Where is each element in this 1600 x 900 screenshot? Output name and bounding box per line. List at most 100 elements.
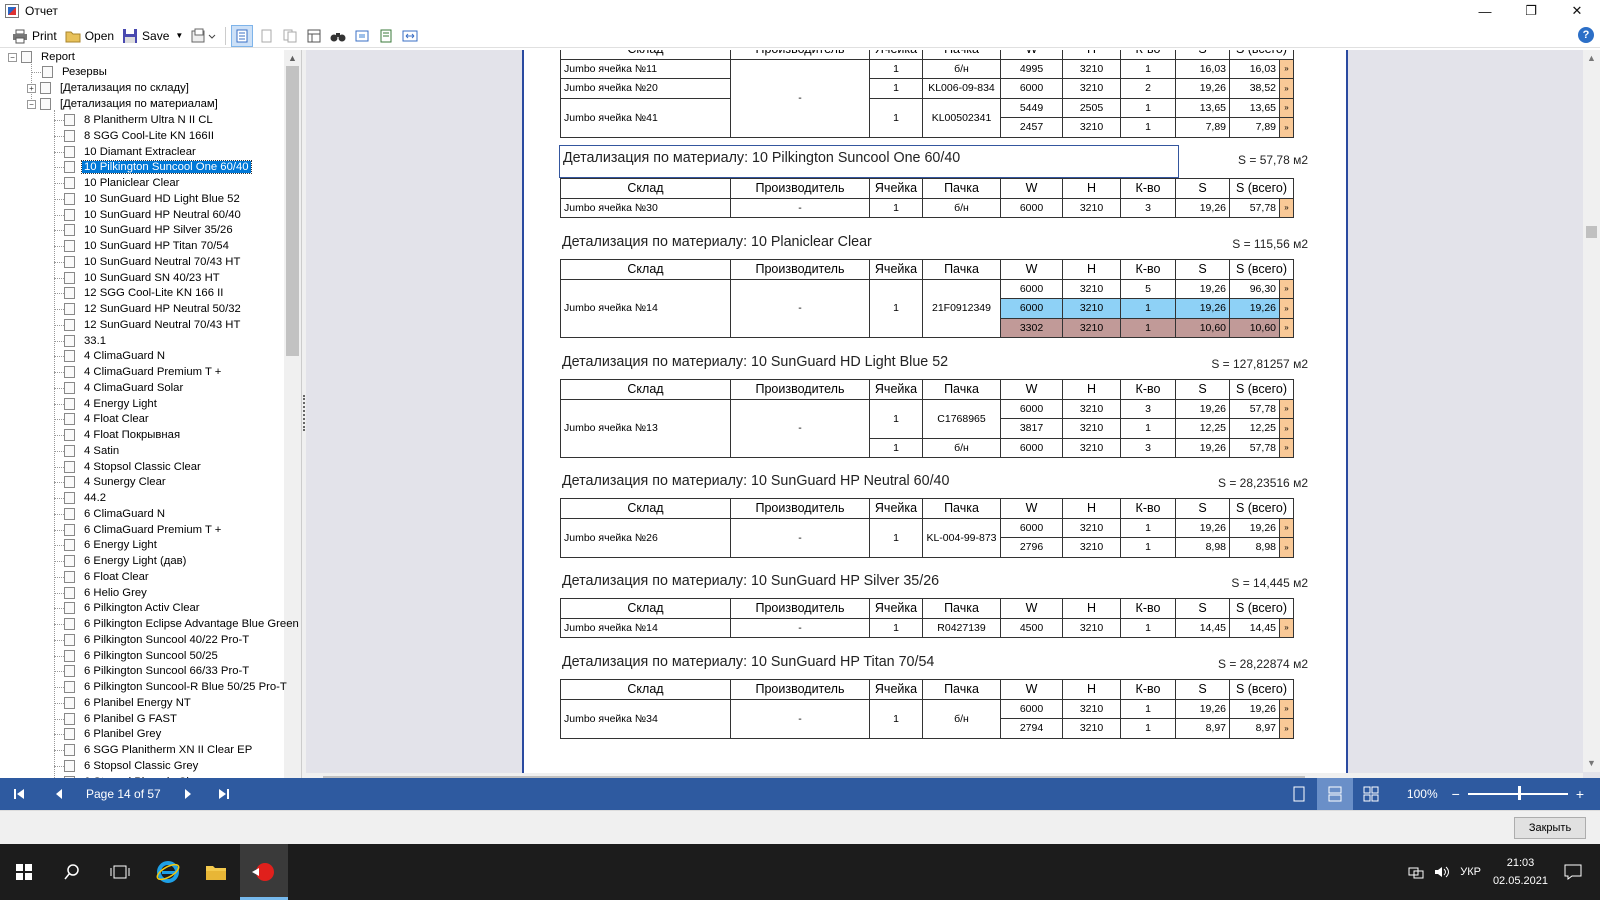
- tree-item-material[interactable]: 4 Float Покрывная: [64, 427, 182, 443]
- drilldown-arrow-icon[interactable]: »: [1279, 718, 1294, 739]
- tree-item-material[interactable]: 6 Pilkington Suncool-R Blue 50/25 Pro-T: [64, 679, 289, 695]
- tree-item-material[interactable]: 6 Float Clear: [64, 569, 151, 585]
- tree-item-material[interactable]: 6 Pilkington Suncool 50/25: [64, 648, 220, 664]
- taskbar-internet-explorer[interactable]: [144, 844, 192, 900]
- last-page-button[interactable]: [209, 778, 239, 810]
- close-report-button[interactable]: Закрыть: [1514, 817, 1586, 839]
- tree-item-material[interactable]: 10 SunGuard HD Light Blue 52: [64, 191, 242, 207]
- previous-page-button[interactable]: [44, 778, 74, 810]
- viewer-vertical-scrollbar[interactable]: ▲ ▼: [1583, 50, 1600, 772]
- scroll-up-icon[interactable]: ▲: [284, 50, 301, 66]
- tree-item-material[interactable]: 10 SunGuard HP Titan 70/54: [64, 238, 231, 254]
- clock[interactable]: 21:03 02.05.2021: [1493, 854, 1548, 890]
- drilldown-arrow-icon[interactable]: »: [1279, 437, 1294, 458]
- find-button[interactable]: [327, 25, 349, 47]
- tree-item-material[interactable]: 4 Stopsol Classic Clear: [64, 459, 203, 475]
- tree-item-material[interactable]: 8 SGG Cool-Lite KN 166II: [64, 128, 216, 144]
- start-button[interactable]: [0, 844, 48, 900]
- keyboard-language[interactable]: УКР: [1460, 866, 1481, 878]
- tree-item-material[interactable]: 6 SGG Planitherm XN II Clear EP: [64, 742, 254, 758]
- maximize-button[interactable]: ❐: [1508, 0, 1554, 22]
- drilldown-arrow-icon[interactable]: »: [1279, 58, 1294, 79]
- tree-item-material[interactable]: 6 Pilkington Suncool 66/33 Pro-T: [64, 663, 251, 679]
- tree-scroll-thumb[interactable]: [286, 66, 299, 356]
- tree-item-material[interactable]: 6 Energy Light (дав): [64, 553, 188, 569]
- tree-item-material[interactable]: 6 Planibel Energy NT: [64, 695, 193, 711]
- tree-item-material[interactable]: 4 Float Clear: [64, 411, 151, 427]
- tree-item-material[interactable]: 6 ClimaGuard N: [64, 506, 167, 522]
- tree-item-material[interactable]: 44.2: [64, 490, 108, 506]
- tree-item[interactable]: + [Детализация по складу]: [27, 80, 191, 96]
- next-page-button[interactable]: [173, 778, 203, 810]
- zoom-out-button[interactable]: −: [1452, 786, 1460, 802]
- tree-item-material[interactable]: 4 ClimaGuard Solar: [64, 380, 185, 396]
- scroll-up-icon[interactable]: ▲: [1583, 50, 1600, 67]
- tree-item-material[interactable]: 10 SunGuard Neutral 70/43 HT: [64, 254, 242, 270]
- tree-item[interactable]: − [Детализация по материалам]: [27, 96, 220, 112]
- viewer-vscroll-thumb[interactable]: [1586, 226, 1597, 238]
- drilldown-arrow-icon[interactable]: »: [1279, 278, 1294, 299]
- tree-item-material[interactable]: 6 Stopsol Classic Grey: [64, 758, 200, 774]
- tree-item-material[interactable]: 10 Pilkington Suncool One 60/40: [64, 159, 252, 175]
- table-view-button[interactable]: [303, 25, 325, 47]
- drilldown-arrow-icon[interactable]: »: [1279, 398, 1294, 419]
- drilldown-arrow-icon[interactable]: »: [1279, 197, 1294, 218]
- tree-item-material[interactable]: 6 ClimaGuard Premium T +: [64, 522, 223, 538]
- tree-item-material[interactable]: 4 Energy Light: [64, 396, 159, 412]
- tree-item-material[interactable]: 6 Pilkington Suncool 40/22 Pro-T: [64, 632, 251, 648]
- tree-item-material[interactable]: 10 Diamant Extraclear: [64, 144, 198, 160]
- search-button[interactable]: [48, 844, 96, 900]
- tree-item-material[interactable]: 33.1: [64, 333, 108, 349]
- tree-item-material[interactable]: 12 SGG Cool-Lite KN 166 II: [64, 285, 225, 301]
- collapse-icon[interactable]: −: [8, 52, 17, 62]
- drilldown-arrow-icon[interactable]: »: [1279, 517, 1294, 538]
- save-button[interactable]: Save ▼: [118, 25, 187, 47]
- multi-page-mode-button[interactable]: [1353, 778, 1389, 810]
- help-button[interactable]: ?: [1578, 27, 1594, 43]
- single-page-view-button[interactable]: [231, 24, 254, 47]
- fit-window-button[interactable]: [399, 25, 421, 47]
- tree-item-material[interactable]: 4 ClimaGuard Premium T +: [64, 364, 223, 380]
- scroll-down-icon[interactable]: ▼: [1583, 755, 1600, 772]
- single-page-mode-button[interactable]: [1281, 778, 1317, 810]
- drilldown-arrow-icon[interactable]: »: [1279, 617, 1294, 638]
- tree-item-material[interactable]: 10 SunGuard HP Neutral 60/40: [64, 207, 243, 223]
- drilldown-arrow-icon[interactable]: »: [1279, 317, 1294, 338]
- tree-item-material[interactable]: 4 ClimaGuard N: [64, 348, 167, 364]
- zoom-slider-knob[interactable]: [1517, 786, 1521, 800]
- drilldown-arrow-icon[interactable]: »: [1279, 97, 1294, 118]
- continuous-mode-button[interactable]: [1316, 778, 1353, 810]
- tree-item-material[interactable]: 4 Sunergy Clear: [64, 474, 168, 490]
- drilldown-arrow-icon[interactable]: »: [1279, 537, 1294, 558]
- task-view-button[interactable]: [96, 844, 144, 900]
- zoom-slider[interactable]: [1467, 786, 1568, 800]
- page-setup-button[interactable]: [255, 25, 277, 47]
- splitter-grip[interactable]: [303, 395, 305, 431]
- drilldown-arrow-icon[interactable]: »: [1279, 78, 1294, 99]
- drilldown-arrow-icon[interactable]: »: [1279, 698, 1294, 719]
- tree-item-material[interactable]: 10 SunGuard HP Silver 35/26: [64, 222, 235, 238]
- taskbar-file-explorer[interactable]: [192, 844, 240, 900]
- taskbar-active-app[interactable]: [240, 844, 288, 900]
- minimize-button[interactable]: —: [1462, 0, 1508, 22]
- tree-item-material[interactable]: 10 Planiclear Clear: [64, 175, 181, 191]
- print-button[interactable]: Print: [8, 25, 61, 47]
- tree-item-material[interactable]: 4 Satin: [64, 443, 121, 459]
- tree-root-report[interactable]: − Report: [8, 50, 77, 65]
- tree-item-material[interactable]: 6 Pilkington Eclipse Advantage Blue Gree…: [64, 616, 301, 632]
- first-page-button[interactable]: [4, 778, 34, 810]
- page-width-button[interactable]: [375, 25, 397, 47]
- tree-item-material[interactable]: 6 Planibel G FAST: [64, 711, 179, 727]
- tree-item-material[interactable]: 10 SunGuard SN 40/23 HT: [64, 270, 222, 286]
- close-window-button[interactable]: ✕: [1554, 0, 1600, 22]
- tree-item-material[interactable]: 12 SunGuard HP Neutral 50/32: [64, 301, 243, 317]
- collapse-icon[interactable]: −: [27, 99, 36, 109]
- tree-item-material[interactable]: 6 Energy Light: [64, 537, 159, 553]
- report-viewer[interactable]: СкладПроизводительЯчейкаПачкаWHК-воSS (в…: [306, 50, 1600, 790]
- zoom-page-button[interactable]: [351, 25, 373, 47]
- copy-page-button[interactable]: [279, 25, 301, 47]
- open-button[interactable]: Open: [61, 25, 118, 47]
- zoom-in-button[interactable]: +: [1576, 786, 1584, 802]
- tree-item-material[interactable]: 6 Planibel Grey: [64, 726, 163, 742]
- tree-item-material[interactable]: 12 SunGuard Neutral 70/43 HT: [64, 317, 242, 333]
